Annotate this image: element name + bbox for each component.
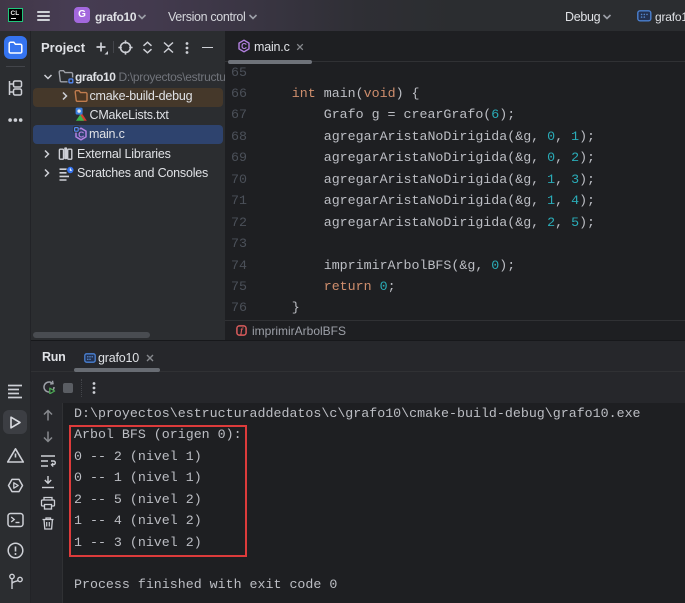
svg-text:f: f <box>240 325 244 335</box>
svg-text:C: C <box>241 42 247 51</box>
